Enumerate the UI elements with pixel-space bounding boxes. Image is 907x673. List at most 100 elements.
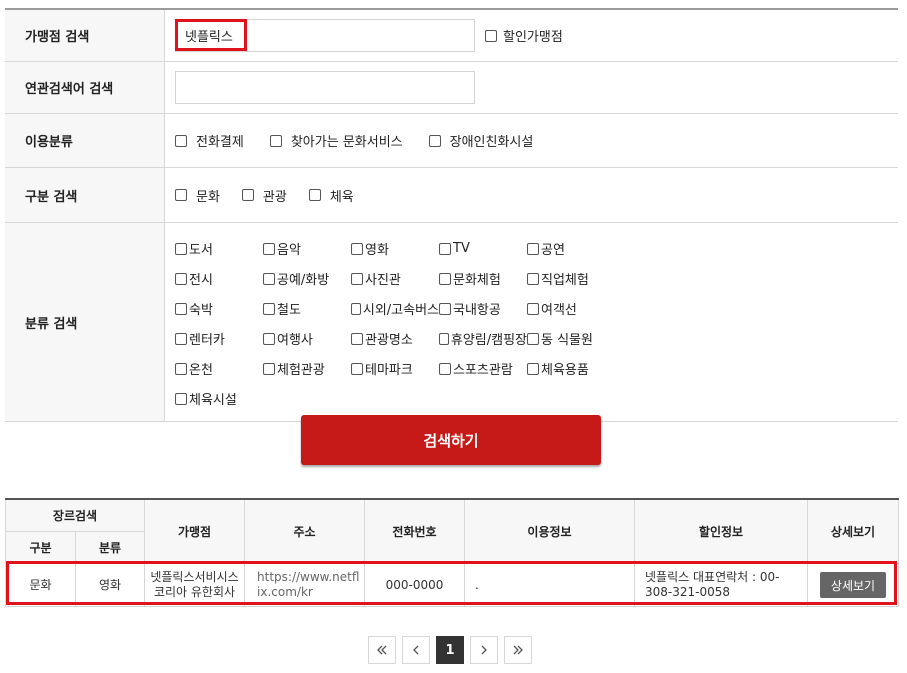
category-option[interactable]: 동 식물원	[527, 329, 615, 348]
cell-merchant: 넷플릭스서비시스코리아 유한회사	[144, 563, 246, 607]
checkbox[interactable]	[263, 302, 275, 315]
header-address: 주소	[244, 498, 366, 564]
first-page-button[interactable]	[368, 636, 396, 664]
next-page-button[interactable]	[470, 636, 498, 664]
category-option[interactable]: 영화	[351, 239, 439, 258]
checkbox[interactable]	[439, 302, 451, 315]
cell-detail: 상세보기	[807, 563, 900, 607]
category-option[interactable]: 테마파크	[351, 359, 439, 378]
related-search-label: 연관검색어 검색	[5, 62, 165, 113]
search-keyword-highlight: 넷플릭스	[175, 19, 247, 51]
discount-merchant-label: 할인가맹점	[503, 30, 563, 45]
discount-merchant-option[interactable]: 할인가맹점	[485, 26, 563, 45]
checkbox[interactable]	[527, 332, 539, 345]
checkbox[interactable]	[269, 134, 282, 147]
category-option[interactable]: 공예/화방	[263, 269, 351, 288]
usage-option-accessible-facility[interactable]: 장애인친화시설	[428, 131, 533, 150]
checkbox[interactable]	[351, 242, 363, 255]
checkbox[interactable]	[175, 134, 187, 147]
cell-division: 문화	[5, 563, 76, 607]
checkbox[interactable]	[527, 362, 539, 375]
search-button[interactable]: 검색하기	[301, 415, 601, 465]
checkbox[interactable]	[308, 189, 321, 201]
category-option[interactable]: 시외/고속버스	[351, 299, 439, 318]
category-option[interactable]: 사진관	[351, 269, 439, 288]
checkbox[interactable]	[263, 272, 275, 285]
checkbox[interactable]	[428, 134, 441, 147]
category-option[interactable]: 체험관광	[263, 359, 351, 378]
checkbox[interactable]	[263, 332, 275, 345]
checkbox[interactable]	[439, 272, 451, 285]
prev-page-button[interactable]	[402, 636, 430, 664]
checkbox[interactable]	[527, 272, 539, 285]
division-option-tourism[interactable]: 관광	[241, 186, 287, 205]
category-options: 도서 음악 영화 TV 공연 전시 공예/화방 사진관 문화체험 직업체험 숙박…	[175, 223, 615, 421]
category-option[interactable]: 공연	[527, 239, 615, 258]
division-label: 구분 검색	[5, 168, 165, 222]
category-option[interactable]: TV	[439, 239, 527, 258]
category-label: 분류 검색	[5, 223, 165, 421]
last-page-button[interactable]	[504, 636, 532, 664]
header-discount: 할인정보	[634, 498, 809, 564]
usage-option-visiting-service[interactable]: 찾아가는 문화서비스	[269, 131, 403, 150]
checkbox[interactable]	[175, 189, 187, 201]
category-option[interactable]: 국내항공	[439, 299, 527, 318]
detail-button[interactable]: 상세보기	[820, 572, 887, 598]
checkbox[interactable]	[175, 332, 187, 345]
category-option[interactable]: 전시	[175, 269, 263, 288]
category-option[interactable]: 스포츠관람	[439, 359, 527, 378]
checkbox[interactable]	[241, 189, 254, 201]
checkbox[interactable]	[351, 272, 363, 285]
checkbox[interactable]	[527, 242, 539, 255]
checkbox[interactable]	[439, 362, 451, 375]
category-option[interactable]: 철도	[263, 299, 351, 318]
checkbox[interactable]	[175, 392, 187, 405]
usage-row: 이용분류 전화결제 찾아가는 문화서비스 장애인친화시설	[5, 114, 898, 168]
checkbox[interactable]	[263, 242, 275, 255]
discount-merchant-checkbox[interactable]	[485, 29, 497, 42]
checkbox[interactable]	[527, 302, 539, 315]
division-option-sports[interactable]: 체육	[308, 186, 354, 205]
category-option[interactable]: 도서	[175, 239, 263, 258]
category-option[interactable]: 휴양림/캠핑장	[439, 329, 527, 348]
usage-option-phone-payment[interactable]: 전화결제	[175, 131, 244, 150]
header-usage: 이용정보	[464, 498, 636, 564]
category-option[interactable]: 여행사	[263, 329, 351, 348]
division-option-culture[interactable]: 문화	[175, 186, 220, 205]
chevron-right-icon	[481, 645, 487, 655]
merchant-search-label: 가맹점 검색	[5, 10, 165, 61]
checkbox[interactable]	[439, 332, 449, 345]
cell-phone: 000-0000	[364, 563, 466, 607]
checkbox[interactable]	[351, 302, 361, 315]
category-option[interactable]: 숙박	[175, 299, 263, 318]
checkbox[interactable]	[175, 242, 187, 255]
checkbox[interactable]	[351, 362, 363, 375]
page-1-button[interactable]: 1	[436, 636, 464, 664]
category-option[interactable]: 렌터카	[175, 329, 263, 348]
checkbox[interactable]	[263, 362, 275, 375]
category-option[interactable]: 여객선	[527, 299, 615, 318]
header-genre-search: 장르검색	[4, 498, 146, 532]
pagination: 1	[368, 636, 532, 664]
category-option[interactable]: 직업체험	[527, 269, 615, 288]
category-row: 분류 검색 도서 음악 영화 TV 공연 전시 공예/화방 사진관 문화체험 직…	[5, 223, 898, 422]
checkbox[interactable]	[351, 332, 363, 345]
category-option[interactable]: 문화체험	[439, 269, 527, 288]
checkbox[interactable]	[439, 242, 451, 255]
cell-category: 영화	[74, 563, 146, 607]
checkbox[interactable]	[175, 272, 187, 285]
category-option[interactable]: 음악	[263, 239, 351, 258]
cell-discount: 넷플릭스 대표연락처 : 00-308-321-0058	[634, 563, 809, 607]
related-search-row: 연관검색어 검색	[5, 62, 898, 114]
double-chevron-left-icon	[377, 645, 387, 655]
category-option[interactable]: 관광명소	[351, 329, 439, 348]
table-row: 문화 영화 넷플릭스서비시스코리아 유한회사 https://www.netfl…	[5, 563, 900, 607]
checkbox[interactable]	[175, 362, 187, 375]
checkbox[interactable]	[175, 302, 187, 315]
related-search-input[interactable]	[175, 71, 475, 104]
search-form: 가맹점 검색 넷플릭스 할인가맹점 연관검색어 검색 이용분류 전화결제 찾아가…	[5, 8, 898, 422]
results-table: 장르검색 가맹점 주소 전화번호 이용정보 할인정보 상세보기 구분 분류 문화…	[4, 498, 900, 607]
category-option[interactable]: 체육용품	[527, 359, 615, 378]
category-option[interactable]: 온천	[175, 359, 263, 378]
category-option[interactable]: 체육시설	[175, 389, 263, 408]
